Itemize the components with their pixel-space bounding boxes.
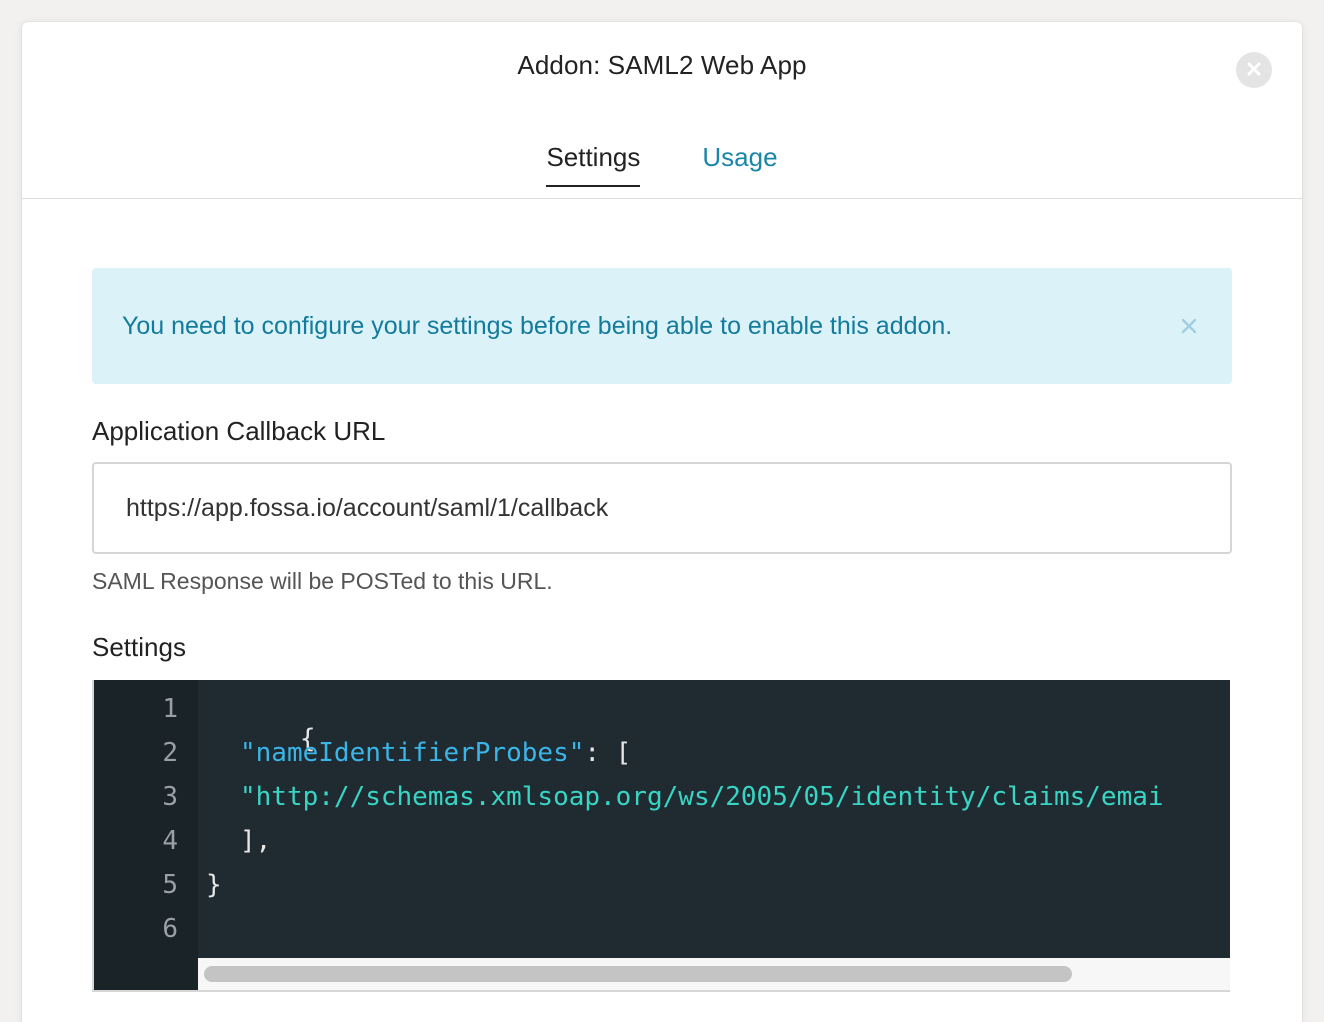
json-string: "http://schemas.xmlsoap.org/ws/2005/05/i… — [240, 782, 1164, 812]
line-number: 4 — [162, 826, 178, 856]
line-number: 5 — [162, 870, 178, 900]
line-number-gutter: 1 2 3 4 5 6 — [94, 680, 198, 990]
close-icon — [1181, 318, 1197, 334]
dismiss-alert-button[interactable] — [1178, 315, 1200, 337]
callback-url-input[interactable] — [92, 462, 1232, 554]
json-key: "nameIdentifierProbes" — [240, 738, 585, 768]
alert-message: You need to configure your settings befo… — [122, 311, 953, 340]
code-line: } — [206, 870, 222, 900]
line-number: 6 — [162, 914, 178, 944]
line-number: 2 — [162, 738, 178, 768]
code-line: "http://schemas.xmlsoap.org/ws/2005/05/i… — [240, 782, 1164, 812]
close-modal-button[interactable] — [1236, 52, 1272, 88]
json-punctuation: ], — [240, 826, 272, 856]
tab-usage[interactable]: Usage — [702, 132, 777, 187]
addon-modal: Addon: SAML2 Web App Settings Usage You … — [22, 22, 1302, 1022]
callback-url-label: Application Callback URL — [92, 416, 386, 446]
settings-label: Settings — [92, 632, 186, 662]
modal-title: Addon: SAML2 Web App — [517, 50, 807, 80]
tab-settings[interactable]: Settings — [546, 132, 641, 187]
json-brace: } — [206, 870, 222, 900]
tab-bar: Settings Usage — [22, 132, 1302, 199]
scrollbar-thumb[interactable] — [204, 966, 1072, 982]
json-punctuation: : [ — [584, 738, 632, 768]
code-line: "nameIdentifierProbes": [ — [240, 738, 631, 768]
horizontal-scrollbar[interactable] — [198, 958, 1230, 990]
info-alert: You need to configure your settings befo… — [92, 268, 1232, 384]
line-number: 3 — [162, 782, 178, 812]
callback-url-help: SAML Response will be POSTed to this URL… — [92, 568, 553, 594]
line-number: 1 — [162, 694, 178, 724]
code-line: ], — [240, 826, 271, 856]
close-icon — [1246, 61, 1262, 80]
settings-code-editor[interactable]: 1 2 3 4 5 6 { "nameIdentifierProbes": [ … — [92, 680, 1230, 992]
